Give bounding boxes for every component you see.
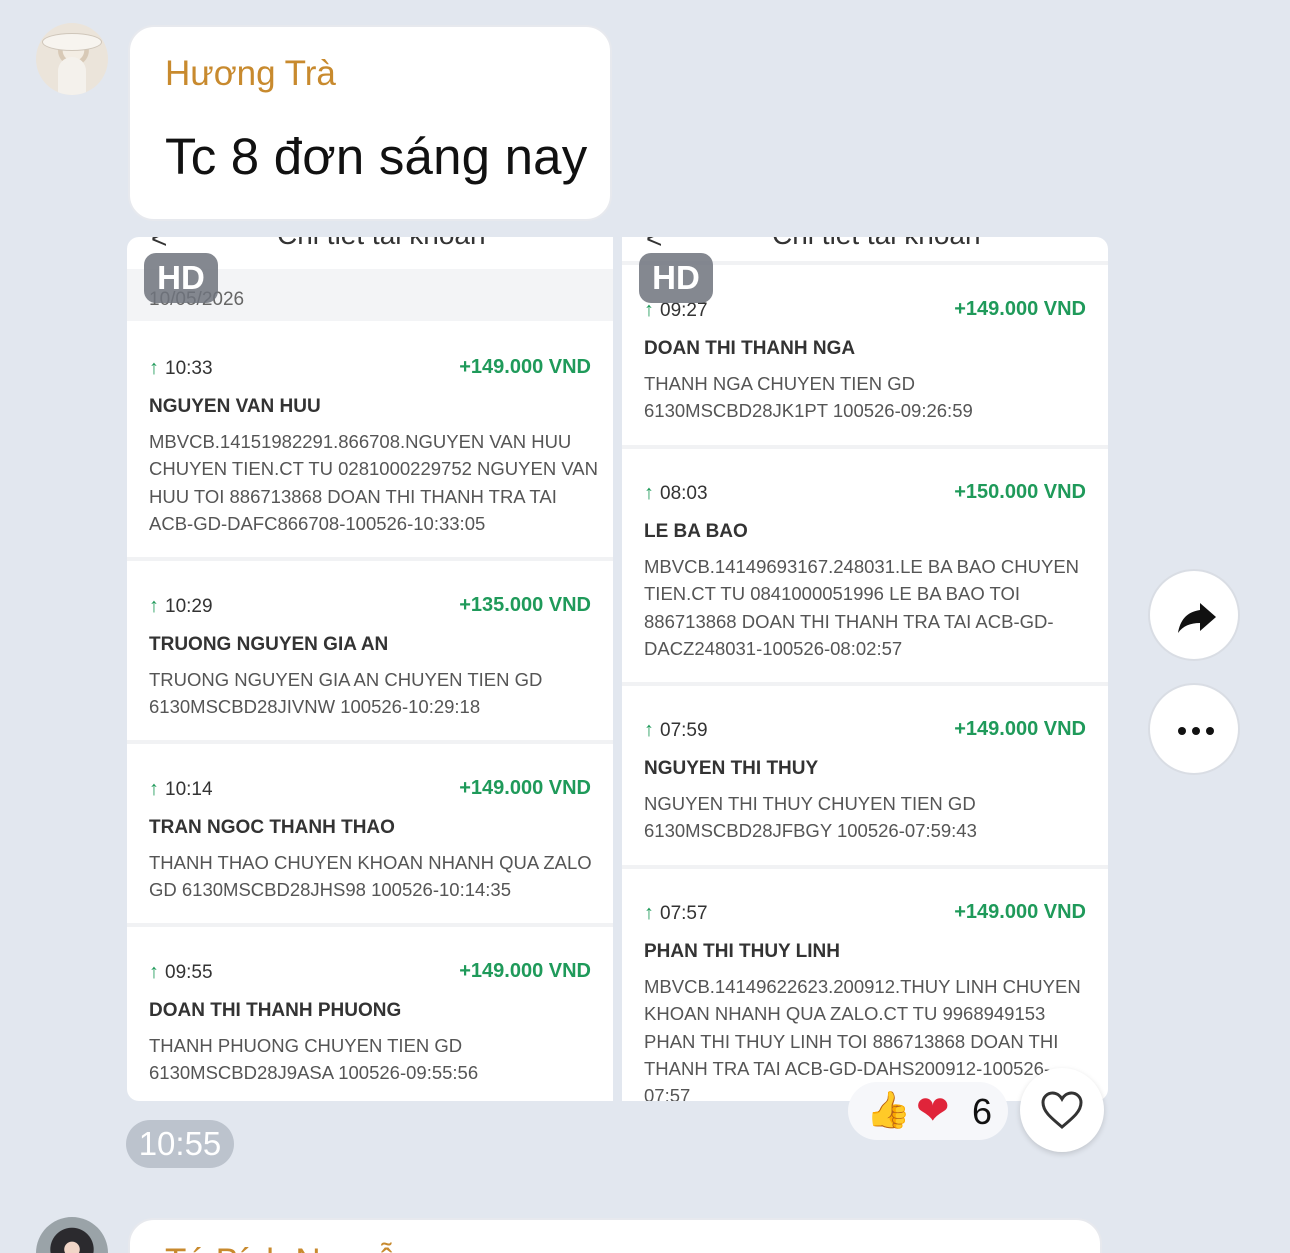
transaction-description: MBVCB.14149622623.200912.THUY LINH CHUYE… bbox=[644, 976, 1081, 1101]
transaction-description: MBVCB.14149693167.248031.LE BA BAO CHUYE… bbox=[644, 556, 1080, 659]
arrow-up-icon: ↑ bbox=[149, 357, 159, 379]
hd-badge: HD bbox=[639, 253, 713, 303]
sender-name[interactable]: Hương Trà bbox=[165, 54, 336, 94]
transaction-description: MBVCB.14151982291.866708.NGUYEN VAN HUU … bbox=[149, 431, 598, 534]
avatar-hat-shape bbox=[42, 33, 102, 51]
transaction-amount: +149.000 VND bbox=[954, 901, 1086, 923]
react-heart-button[interactable] bbox=[1020, 1068, 1104, 1152]
transaction-name: DOAN THI THANH NGA bbox=[644, 338, 856, 359]
transaction-description: TRUONG NGUYEN GIA AN CHUYEN TIEN GD 6130… bbox=[149, 669, 543, 718]
divider bbox=[127, 923, 613, 927]
divider bbox=[622, 682, 1108, 686]
transaction-name: NGUYEN THI THUY bbox=[644, 758, 819, 779]
heart-icon: ❤ bbox=[916, 1089, 950, 1133]
transaction-time: ↑ 08:03 bbox=[644, 482, 708, 504]
transaction-name: NGUYEN VAN HUU bbox=[149, 396, 321, 417]
share-button[interactable] bbox=[1148, 569, 1240, 661]
transaction-name: TRAN NGOC THANH THAO bbox=[149, 817, 395, 838]
transaction-amount: +149.000 VND bbox=[459, 777, 591, 799]
arrow-up-icon: ↑ bbox=[149, 778, 159, 800]
transaction-amount: +150.000 VND bbox=[954, 481, 1086, 503]
transaction-description: NGUYEN THI THUY CHUYEN TIEN GD 6130MSCBD… bbox=[644, 793, 977, 842]
divider bbox=[127, 740, 613, 744]
next-message-bubble[interactable]: Tú Bích Nguyễn bbox=[128, 1218, 1102, 1253]
transaction-amount: +149.000 VND bbox=[459, 356, 591, 378]
transaction-description: THANH PHUONG CHUYEN TIEN GD 6130MSCBD28J… bbox=[149, 1035, 479, 1084]
transaction-description: THANH THAO CHUYEN KHOAN NHANH QUA ZALO G… bbox=[149, 852, 592, 901]
transaction-description: THANH NGA CHUYEN TIEN GD 6130MSCBD28JK1P… bbox=[644, 373, 973, 422]
transaction-amount: +149.000 VND bbox=[459, 960, 591, 982]
transaction-time: ↑ 10:14 bbox=[149, 778, 213, 800]
more-dots-icon bbox=[1178, 727, 1214, 735]
transaction-name: TRUONG NGUYEN GIA AN bbox=[149, 634, 389, 655]
message-bubble[interactable]: Hương Trà Tc 8 đơn sáng nay bbox=[128, 25, 612, 221]
transaction-amount: +135.000 VND bbox=[459, 594, 591, 616]
arrow-up-icon: ↑ bbox=[149, 595, 159, 617]
arrow-up-icon: ↑ bbox=[644, 482, 654, 504]
transaction-screenshot-right[interactable]: < Chi tiet tai khoan ↑09:27 +149.000 VND… bbox=[622, 237, 1108, 1101]
avatar-figure-shape bbox=[58, 57, 86, 95]
divider bbox=[622, 445, 1108, 449]
reactions-summary[interactable]: 👍 ❤ 6 bbox=[848, 1082, 1008, 1140]
message-time: 10:55 bbox=[126, 1120, 234, 1168]
sender-avatar[interactable] bbox=[36, 23, 108, 95]
reaction-count: 6 bbox=[972, 1091, 993, 1132]
transaction-time: ↑ 10:29 bbox=[149, 595, 213, 617]
transaction-screenshot-left[interactable]: < Chi tiet tai khoan 10/05/2026 ↑10:33 +… bbox=[127, 237, 613, 1101]
transaction-time: ↑ 07:57 bbox=[644, 902, 708, 924]
transaction-amount: +149.000 VND bbox=[954, 718, 1086, 740]
divider bbox=[127, 557, 613, 561]
arrow-up-icon: ↑ bbox=[644, 719, 654, 741]
transaction-time: ↑ 07:59 bbox=[644, 719, 708, 741]
transaction-name: PHAN THI THUY LINH bbox=[644, 941, 840, 962]
thumbs-up-icon: 👍 bbox=[866, 1089, 911, 1130]
next-sender-avatar[interactable] bbox=[36, 1217, 108, 1253]
arrow-up-icon: ↑ bbox=[644, 902, 654, 924]
hd-badge: HD bbox=[144, 253, 218, 303]
transaction-time: ↑ 10:33 bbox=[149, 357, 213, 379]
heart-outline-icon bbox=[1041, 1091, 1083, 1129]
next-sender-name[interactable]: Tú Bích Nguyễn bbox=[165, 1242, 416, 1253]
message-text: Tc 8 đơn sáng nay bbox=[165, 128, 588, 185]
screen-header-title: Chi tiet tai khoan bbox=[772, 237, 981, 251]
transaction-amount: +149.000 VND bbox=[954, 298, 1086, 320]
arrow-up-icon: ↑ bbox=[149, 961, 159, 983]
more-options-button[interactable] bbox=[1148, 683, 1240, 775]
share-arrow-icon bbox=[1178, 603, 1216, 633]
transaction-name: LE BA BAO bbox=[644, 521, 748, 542]
divider bbox=[622, 865, 1108, 869]
transaction-time: ↑ 09:55 bbox=[149, 961, 213, 983]
transaction-name: DOAN THI THANH PHUONG bbox=[149, 1000, 402, 1021]
screen-header-title: Chi tiet tai khoan bbox=[277, 237, 486, 251]
